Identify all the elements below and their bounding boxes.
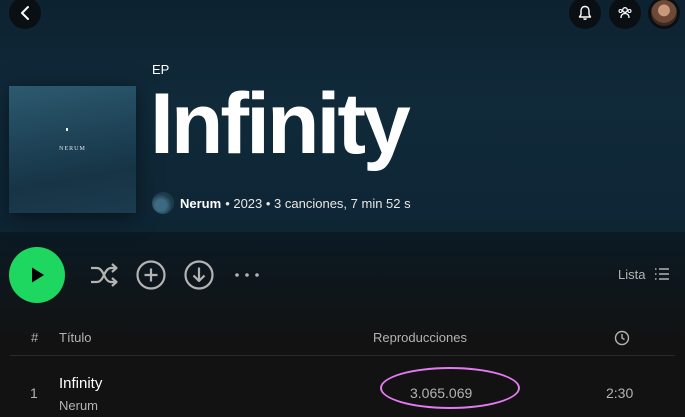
download-icon xyxy=(184,260,214,290)
cover-mark xyxy=(66,128,68,131)
shuffle-icon xyxy=(91,263,118,287)
clock-icon xyxy=(614,330,630,346)
table-divider xyxy=(10,355,675,356)
album-details: • 2023 • 3 canciones, 7 min 52 s xyxy=(225,195,411,211)
track-artist[interactable]: Nerum xyxy=(59,398,98,413)
track-number: 1 xyxy=(30,385,38,401)
album-cover: NERUM xyxy=(9,86,136,213)
column-header-plays[interactable]: Reproducciones xyxy=(373,330,467,345)
bell-icon xyxy=(578,5,592,20)
page-title: Infinity xyxy=(150,76,411,172)
list-icon[interactable] xyxy=(654,266,670,282)
artist-link[interactable]: Nerum xyxy=(180,196,221,211)
more-icon xyxy=(235,273,259,277)
add-circle-icon xyxy=(136,260,166,290)
more-options-button[interactable] xyxy=(231,259,263,291)
friends-icon xyxy=(618,7,632,19)
shuffle-button[interactable] xyxy=(88,259,120,291)
download-button[interactable] xyxy=(183,259,215,291)
artist-avatar[interactable] xyxy=(152,192,174,214)
cover-text: NERUM xyxy=(59,146,86,152)
view-mode-label[interactable]: Lista xyxy=(618,267,645,282)
column-header-number: # xyxy=(31,330,39,345)
play-button[interactable] xyxy=(9,247,65,303)
column-header-title[interactable]: Título xyxy=(59,330,92,345)
chevron-left-icon xyxy=(21,6,29,20)
album-meta: Nerum • 2023 • 3 canciones, 7 min 52 s xyxy=(152,192,411,214)
track-duration: 2:30 xyxy=(606,385,634,401)
track-title[interactable]: Infinity xyxy=(59,375,102,392)
play-icon xyxy=(32,267,44,283)
save-to-library-button[interactable] xyxy=(135,259,167,291)
avatar xyxy=(651,0,677,26)
table-row[interactable]: 1 Infinity Nerum 3.065.069 2:30 xyxy=(10,364,675,417)
highlight-ellipse xyxy=(380,367,520,409)
